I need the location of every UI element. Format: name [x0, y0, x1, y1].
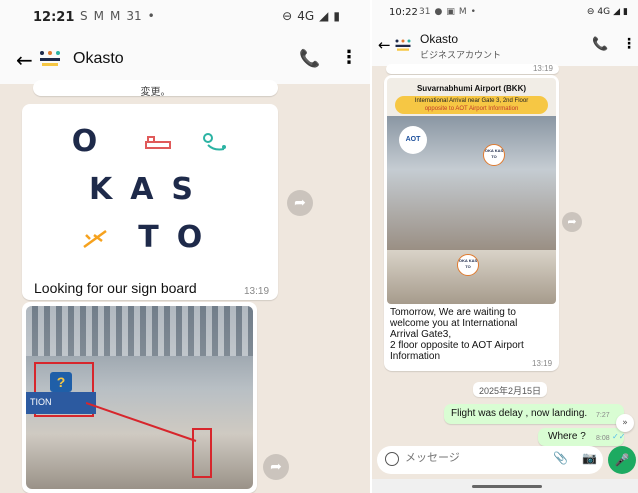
status-right: ⊖ 4G ◢ ▮: [587, 7, 628, 17]
gmail-icon: M: [93, 9, 104, 23]
dot-icon: •: [147, 9, 155, 23]
forward-icon[interactable]: ➦: [287, 190, 313, 216]
status-time: 12:21: [33, 10, 75, 25]
logo-image-message[interactable]: O KAS TO Looking for our sign board 13:1…: [22, 104, 278, 300]
airport-subtitle: International Arrival near Gate 3, 2nd F…: [395, 96, 548, 114]
airport-guide-image: Suvarnabhumi Airport (BKK) International…: [387, 78, 556, 304]
signal-icon: ◢: [319, 9, 329, 23]
read-receipt-icon: ✓✓: [612, 432, 626, 441]
chat-title[interactable]: Okasto: [420, 32, 458, 46]
business-account-label: ビジネスアカウント: [420, 50, 502, 60]
calendar-icon: 31: [126, 9, 142, 23]
bed-icon: [144, 135, 171, 149]
chat-header: ← Okasto 📞 ⋮: [0, 36, 370, 84]
logo-row-2: KAS: [88, 172, 212, 207]
message-text: Where ?: [548, 431, 586, 442]
photo-message[interactable]: ? TION: [22, 302, 257, 493]
calendar-icon: 31: [419, 7, 431, 17]
okasto-avatar-icon[interactable]: [394, 38, 412, 53]
forward-icon[interactable]: ➦: [263, 454, 289, 480]
message-bubble-snippet: 変更。: [33, 80, 278, 98]
message-time: 13:19: [532, 64, 553, 73]
date-divider: 2025年2月15日: [473, 382, 548, 397]
add-call-icon[interactable]: 📞: [592, 37, 608, 52]
emoji-icon[interactable]: [385, 452, 399, 466]
airport-image-message[interactable]: Suvarnabhumi Airport (BKK) International…: [384, 75, 559, 371]
airport-subtitle-line1: International Arrival near Gate 3, 2nd F…: [414, 98, 529, 104]
more-menu-icon[interactable]: ⋮: [622, 36, 636, 52]
dnd-icon: ⊖: [586, 7, 595, 17]
target-box: [192, 428, 212, 478]
back-arrow-icon[interactable]: ←: [378, 36, 391, 54]
right-phone: 10:22 31 ● ▣ M • ⊖ 4G ◢ ▮ ← Okasto ビジネスア…: [372, 0, 638, 493]
airport-subtitle-line2: opposite to AOT Airport Information: [424, 106, 519, 112]
gmail-icon: M: [109, 9, 121, 23]
status-time: 10:22: [389, 7, 418, 18]
okasto-pin-icon: OKA KAS TO: [483, 144, 505, 166]
left-phone: 12:21 S M M 31 • ⊖ 4G ◢ ▮ ← Okasto 📞 ⋮ 変…: [0, 0, 370, 493]
scroll-down-icon[interactable]: »: [616, 414, 634, 432]
status-right: ⊖ 4G ◢ ▮: [282, 9, 340, 23]
message-time: 13:19: [532, 359, 553, 368]
logo-row-3: TO: [22, 220, 278, 255]
battery-icon: ▮: [623, 7, 628, 17]
logo-caption: Looking for our sign board: [34, 280, 197, 296]
okasto-pin-icon: OKA KAS TO: [457, 254, 479, 276]
forward-icon[interactable]: ➦: [562, 212, 582, 232]
dot-icon: •: [470, 7, 476, 17]
more-menu-icon[interactable]: ⋮: [340, 47, 358, 68]
message-time: 8:08: [596, 435, 610, 442]
gallery-icon: ▣: [446, 7, 455, 17]
message-bubble-snippet: 13:19: [386, 64, 559, 74]
airport-photo: ? TION: [26, 306, 253, 489]
status-bar: 10:22 31 ● ▣ M • ⊖ 4G ◢ ▮: [372, 0, 638, 26]
message-time: 7:27: [596, 412, 610, 419]
info-sign-icon: ?: [50, 372, 72, 392]
battery-icon: ▮: [333, 9, 340, 23]
notification-icon: ●: [434, 7, 443, 17]
ceiling-lights: [26, 306, 253, 356]
message-input-bar: 📎 📷: [377, 446, 603, 474]
status-bar: 12:21 S M M 31 • ⊖ 4G ◢ ▮: [0, 0, 370, 36]
notification-icon: S: [80, 9, 88, 23]
back-arrow-icon[interactable]: ←: [16, 48, 33, 72]
outgoing-message[interactable]: Flight was delay , now landing. 7:27: [444, 404, 624, 424]
route-pin-icon: [203, 132, 227, 150]
chat-title[interactable]: Okasto: [73, 50, 124, 68]
message-input[interactable]: [405, 452, 535, 464]
network-label: 4G: [597, 7, 611, 17]
logo-row-1: O: [22, 124, 278, 159]
aot-logo: AOT: [399, 126, 427, 154]
add-call-icon[interactable]: 📞: [299, 49, 320, 69]
message-text: Flight was delay , now landing.: [451, 408, 588, 419]
message-text: Tomorrow, We are waiting to welcome you …: [390, 307, 524, 362]
signal-icon: ◢: [613, 7, 621, 17]
airport-title: Suvarnabhumi Airport (BKK): [416, 84, 527, 93]
attach-icon[interactable]: 📎: [553, 451, 568, 465]
gmail-icon: M: [458, 7, 467, 17]
notification-icons: S M M 31 •: [80, 9, 155, 23]
plane-icon: [83, 229, 107, 248]
mic-icon[interactable]: 🎤: [608, 446, 636, 474]
okasto-avatar-icon[interactable]: [38, 49, 62, 69]
outgoing-message[interactable]: Where ? 8:08 ✓✓: [538, 428, 626, 446]
logo-letter-o: O: [71, 124, 116, 159]
notification-icons: 31 ● ▣ M •: [419, 7, 476, 17]
dnd-icon: ⊖: [282, 9, 293, 23]
chat-header: ← Okasto ビジネスアカウント 📞 ⋮: [372, 26, 638, 66]
home-gesture-bar[interactable]: [472, 485, 542, 488]
screenshot-root: 12:21 S M M 31 • ⊖ 4G ◢ ▮ ← Okasto 📞 ⋮ 変…: [0, 0, 638, 493]
camera-icon[interactable]: 📷: [582, 451, 597, 465]
message-time: 13:19: [244, 286, 270, 297]
network-label: 4G: [297, 9, 315, 23]
nav-bar: [372, 479, 638, 493]
logo-letters-to: TO: [138, 220, 221, 255]
